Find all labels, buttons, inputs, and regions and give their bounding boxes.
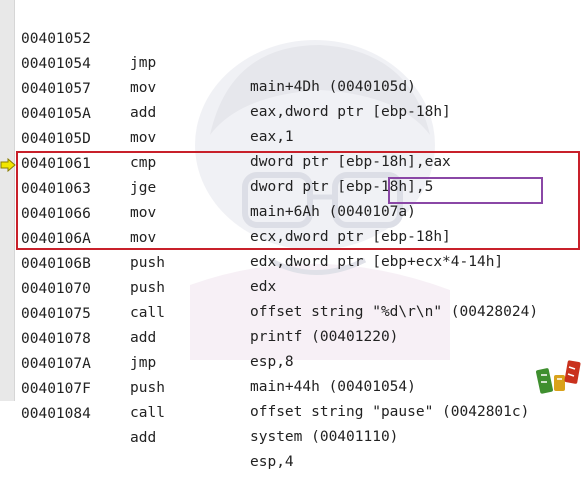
disassembly-row[interactable]: 00401052 jmp main+4Dh (0040105d) bbox=[0, 3, 583, 95]
instruction-mnemonic: add bbox=[130, 430, 157, 446]
disassembly-row[interactable]: 00401061 jge main+6Ah (0040107a) bbox=[0, 128, 583, 220]
disassembly-row-current[interactable]: 00401063 mov ecx,dword ptr [ebp-18h] bbox=[0, 153, 583, 245]
disassembly-row[interactable]: 0040107F call system (00401110) bbox=[0, 353, 583, 445]
disassembly-row[interactable]: 00401078 jmp main+44h (00401054) bbox=[0, 303, 583, 395]
disassembly-row[interactable]: 0040106A push edx bbox=[0, 203, 583, 295]
disassembly-row[interactable]: 0040105D cmp dword ptr [ebp-18h],5 bbox=[0, 103, 583, 195]
disassembly-row[interactable]: 0040105A mov dword ptr [ebp-18h],eax bbox=[0, 78, 583, 170]
disassembly-row[interactable]: 00401066 mov edx,dword ptr [ebp+ecx*4-14… bbox=[0, 178, 583, 270]
disassembly-row[interactable]: 00401057 add eax,1 bbox=[0, 53, 583, 145]
disassembly-row[interactable]: 00401084 add esp,4 bbox=[0, 378, 583, 470]
instruction-operands: esp,4 bbox=[250, 454, 294, 470]
arrow-right-icon bbox=[0, 158, 16, 172]
disassembly-row[interactable]: 00401070 call printf (00401220) bbox=[0, 253, 583, 345]
disassembly-row[interactable]: 00401075 add esp,8 bbox=[0, 278, 583, 370]
instruction-address: 00401084 bbox=[21, 406, 91, 422]
decorative-stamp-icon bbox=[536, 360, 581, 394]
disassembly-row[interactable]: 0040106B push offset string "%d\r\n" (00… bbox=[0, 228, 583, 320]
disassembly-row[interactable]: 00401054 mov eax,dword ptr [ebp-18h] bbox=[0, 28, 583, 120]
instruction-operands: system (00401110) bbox=[250, 429, 399, 445]
instruction-operands: offset string "pause" (0042801c) bbox=[250, 404, 530, 420]
instruction-mnemonic: call bbox=[130, 405, 165, 421]
disassembly-row[interactable]: 0040107A push offset string "pause" (004… bbox=[0, 328, 583, 420]
